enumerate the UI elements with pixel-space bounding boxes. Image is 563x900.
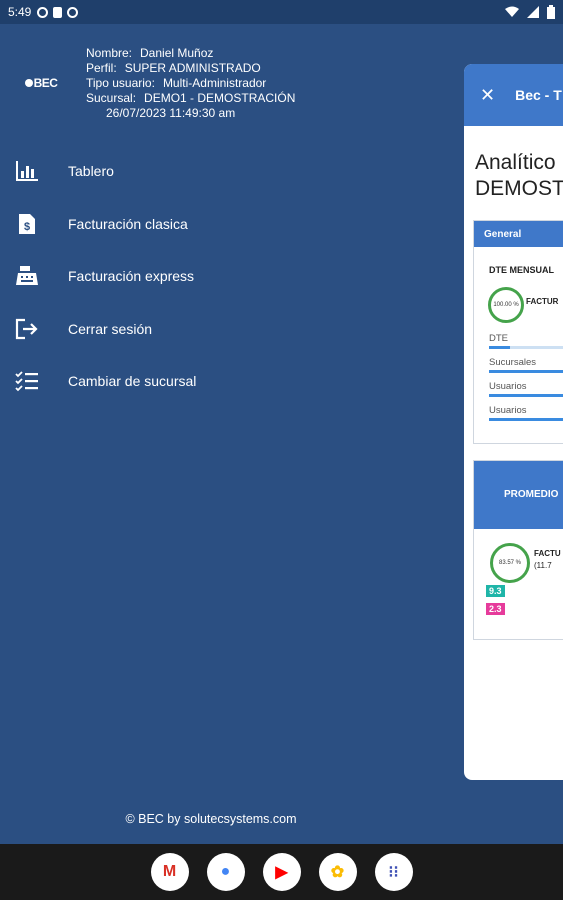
cash-register-icon [14,265,40,287]
dte-gauge: 100.00 % [488,287,524,323]
sync-icon [37,6,49,18]
bar-label: Usuarios [489,405,527,416]
bar-fill [489,370,563,373]
taskbar: M ● ▶ ✿ ⁝⁝ [0,844,563,900]
bar-chart-icon [14,160,40,182]
app-title: Bec - T [515,87,562,103]
bar-label: Sucursales [489,357,536,368]
menu-label: Cerrar sesión [68,320,153,337]
bar-track [489,394,563,397]
sim-icon [53,6,63,18]
status-time: 5:49 [8,5,32,19]
menu-label: Facturación clasica [68,215,188,232]
youtube-app-icon[interactable]: ▶ [262,853,301,891]
background-app-card[interactable]: ✕ Bec - T Analítico DEMOST General DTE M… [464,64,563,780]
gmail-app-icon[interactable]: M [150,853,189,891]
login-datetime: 26/07/2023 11:49:30 am [106,106,236,120]
promedio-card: PROMEDIO 83.57 % FACTU (11.7 9.3 2.3 [473,460,563,640]
user-profile-line: Perfil: SUPER ADMINISTRADO [86,61,261,75]
photos-glyph: ✿ [330,864,345,881]
gmail-glyph: M [162,863,177,880]
chrome-app-icon[interactable]: ● [206,853,245,891]
menu-label: Tablero [68,163,114,180]
menu-label: Cambiar de sucursal [68,373,197,390]
menu-item-facturacion-express[interactable]: Facturación express [0,250,460,303]
gauge-value: 83.57 % [498,560,522,566]
bar-track [489,370,563,373]
bar-track [489,418,563,421]
user-name-line: Nombre: Daniel Muñoz [86,46,214,60]
bar-row-usuarios: Usuarios [489,381,563,397]
bar-label: DTE [489,333,508,344]
gauge-label: FACTU [534,549,561,558]
checklist-icon [14,370,40,392]
menu-item-cerrar-sesion[interactable]: Cerrar sesión [0,303,460,356]
drawer-footer: © BEC by solutecsystems.com [125,812,297,826]
value-tag-2: 2.3 [486,603,505,615]
drawer-menu: Tablero $ Facturación clasica Facturació… [0,145,460,408]
value-tag-1: 9.3 [486,585,505,597]
close-icon[interactable]: ✕ [480,85,495,106]
signal-icon [527,6,539,18]
heading-line-1: Analítico [475,151,556,174]
bar-label: Usuarios [489,381,527,392]
user-branch-line: Sucursal: DEMO1 - DEMOSTRACIÓN [86,91,296,105]
apps-glyph: ⁝⁝ [388,864,399,881]
bar-fill [489,346,510,349]
menu-item-cambiar-sucursal[interactable]: Cambiar de sucursal [0,355,460,408]
user-info: Nombre: Daniel Muñoz Perfil: SUPER ADMINIS… [86,46,295,121]
menu-item-tablero[interactable]: Tablero [0,145,460,198]
photos-app-icon[interactable]: ✿ [318,853,357,891]
youtube-glyph: ▶ [275,864,288,881]
gauge-value: 100.00 % [493,302,519,308]
status-bar: 5:49 [0,0,563,24]
logo-text: BEC [33,76,58,90]
gauge-sublabel: (11.7 [534,561,552,570]
page-heading: Analítico DEMOST [464,126,563,202]
app-toolbar: ✕ Bec - T [464,64,563,126]
bec-logo: BEC [22,69,60,97]
user-branch: DEMO1 - DEMOSTRACIÓN [144,91,296,105]
app-drawer-icon[interactable]: ⁝⁝ [374,853,413,891]
bar-track [489,346,563,349]
gauge-label: FACTUR [526,297,559,306]
menu-label: Facturación express [68,268,195,285]
user-type-line: Tipo usuario: Multi-Administrador [86,76,267,90]
bar-fill [489,394,563,397]
sync-icon [67,6,79,18]
bar-row-usuarios-2: Usuarios [489,405,563,421]
bar-row-sucursales: Sucursales [489,357,563,373]
logo-dot [24,79,33,87]
bar-row-dte: DTE [489,333,563,349]
promedio-gauge: 83.57 % [490,543,530,583]
user-type: Multi-Administrador [162,76,267,90]
promedio-card-header: PROMEDIO [474,461,563,529]
general-card: General DTE MENSUAL 100.00 % FACTUR DTE … [473,220,563,444]
user-name: Daniel Muñoz [140,46,214,60]
battery-icon [547,5,555,19]
chrome-glyph: ● [220,863,231,880]
heading-line-2: DEMOST [475,177,563,200]
menu-item-facturacion-clasica[interactable]: $ Facturación clasica [0,198,460,251]
wifi-icon [505,6,519,17]
logout-icon [14,318,40,340]
general-card-header: General [474,221,563,247]
svg-text:$: $ [24,221,30,233]
invoice-icon: $ [14,213,40,235]
general-card-subtitle: DTE MENSUAL [489,265,554,275]
user-profile: SUPER ADMINISTRADO [124,61,261,75]
bar-fill [489,418,563,421]
